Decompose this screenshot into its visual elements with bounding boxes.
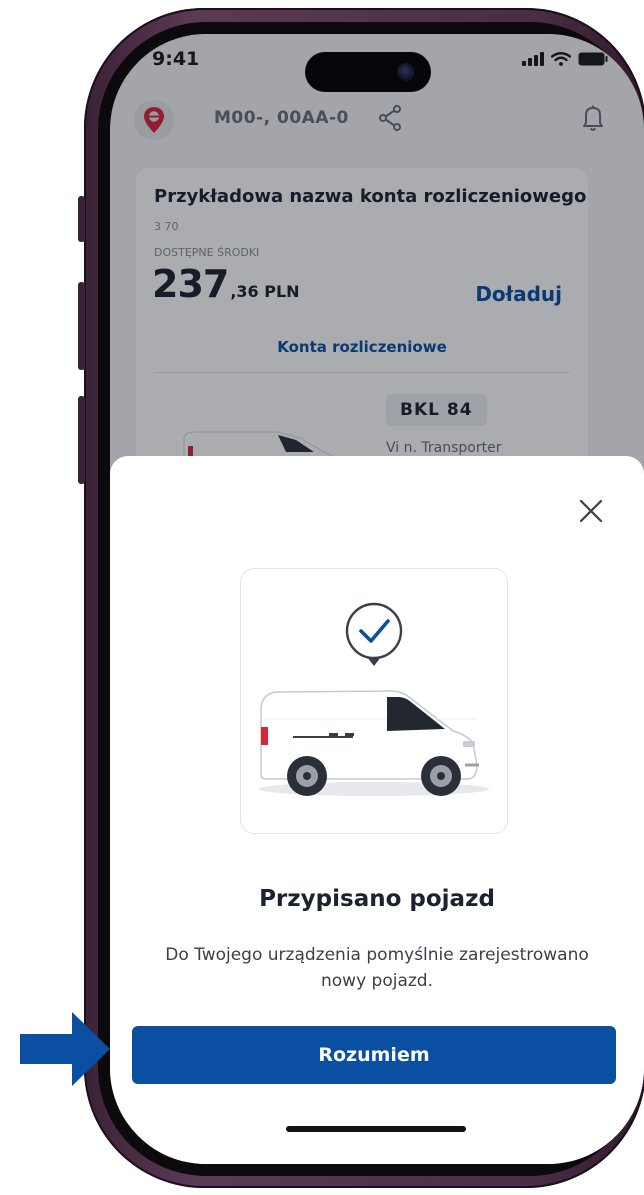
check-badge-icon <box>345 602 403 666</box>
pointer-arrow-icon <box>20 1012 110 1086</box>
phone-volume-up-button <box>78 282 85 370</box>
confirm-button[interactable]: Rozumiem <box>132 1026 616 1084</box>
vehicle-assigned-illustration <box>259 602 489 796</box>
home-indicator[interactable] <box>286 1126 466 1132</box>
sheet-description: Do Twojego urządzenia pomyślnie zarejest… <box>165 945 589 991</box>
phone-screen: 9:41 M00-, 00AA-0 Przykładowa nazwa kont… <box>110 34 644 1164</box>
sheet-title: Przypisano pojazd <box>259 886 495 912</box>
close-button[interactable] <box>576 496 606 526</box>
illustration-card <box>240 568 508 834</box>
van-icon <box>259 690 489 796</box>
phone-volume-down-button <box>78 396 85 484</box>
close-icon <box>579 499 603 523</box>
vehicle-assigned-sheet: Przypisano pojazd Do Twojego urządzenia … <box>110 456 644 1164</box>
phone-action-button <box>78 196 85 242</box>
